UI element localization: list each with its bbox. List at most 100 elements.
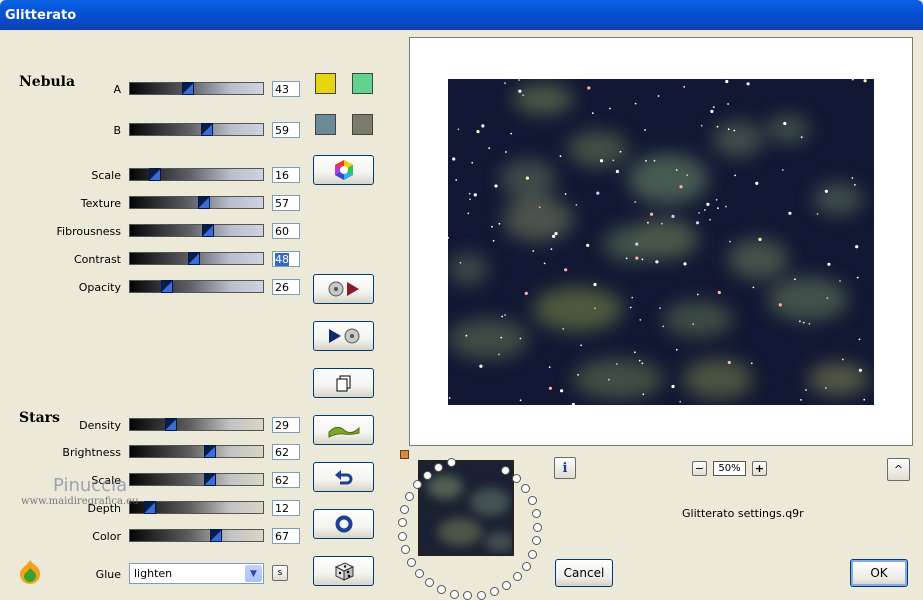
undo-button[interactable]	[313, 462, 374, 492]
navigator-ring-dot[interactable]	[532, 509, 541, 518]
load-preset-button[interactable]	[313, 274, 374, 304]
nebula-opacity-value-input[interactable]: 26	[272, 279, 300, 295]
nebula-fibrousness-slider-thumb[interactable]	[202, 224, 214, 237]
randomize-button[interactable]	[313, 556, 374, 586]
stars-density-slider-thumb[interactable]	[165, 418, 177, 431]
stars-scale-value-input[interactable]: 62	[272, 472, 300, 488]
nebula-contrast-slider-thumb[interactable]	[188, 252, 200, 265]
navigator-ring-dot[interactable]	[533, 523, 542, 532]
navigator-ring-dot[interactable]	[513, 572, 522, 581]
star-dot	[653, 159, 656, 162]
star-dot	[655, 260, 659, 264]
glue-select[interactable]: lighten ▼	[129, 563, 264, 584]
nebula-a-slider[interactable]	[129, 82, 264, 95]
zoom-in-button[interactable]: +	[752, 461, 767, 476]
navigator-ring-dot[interactable]	[522, 562, 531, 571]
nebula-a-color-2-swatch[interactable]	[352, 73, 373, 94]
zoom-out-button[interactable]: −	[692, 461, 707, 476]
stars-brightness-slider-thumb[interactable]	[204, 445, 216, 458]
nebula-opacity-slider-thumb[interactable]	[161, 280, 173, 293]
stars-scale-slider-thumb[interactable]	[204, 473, 216, 486]
navigator-ring-dot[interactable]	[521, 484, 530, 493]
navigator-ring-dot[interactable]	[400, 505, 409, 514]
preview-image[interactable]	[448, 79, 874, 405]
stars-density-slider[interactable]	[129, 418, 264, 431]
wave-button[interactable]	[313, 415, 374, 445]
nebula-texture-slider[interactable]	[129, 196, 264, 209]
navigator-ring-dot[interactable]	[423, 471, 432, 480]
ok-button[interactable]: OK	[850, 559, 908, 587]
copy-button[interactable]	[313, 368, 374, 398]
nebula-b-slider[interactable]	[129, 123, 264, 136]
navigator-ring-dot[interactable]	[502, 581, 511, 590]
info-button[interactable]: i	[554, 457, 576, 479]
nebula-b-slider-thumb[interactable]	[201, 123, 213, 136]
star-dot	[698, 212, 700, 214]
glue-options-button[interactable]: s	[272, 565, 288, 581]
star-dot	[650, 212, 654, 216]
navigator-ring-dot[interactable]	[405, 492, 414, 501]
stars-scale-slider[interactable]	[129, 473, 264, 486]
color-wheel-button[interactable]	[313, 155, 374, 185]
navigator-ring-dot[interactable]	[415, 569, 424, 578]
navigator-ring-dot[interactable]	[532, 536, 541, 545]
navigator-ring-dot[interactable]	[501, 466, 510, 475]
navigator-ring-dot[interactable]	[528, 496, 537, 505]
nebula-contrast-value-input[interactable]: 48	[272, 251, 300, 267]
nebula-b-color-1-swatch[interactable]	[315, 114, 336, 135]
navigator-ring-dot[interactable]	[490, 587, 499, 596]
nebula-b-color-2-swatch[interactable]	[352, 114, 373, 135]
navigator-handle[interactable]	[400, 450, 409, 459]
nebula-texture-label: Texture	[80, 197, 121, 210]
cancel-button[interactable]: Cancel	[555, 559, 613, 587]
nebula-texture-slider-thumb[interactable]	[198, 196, 210, 209]
navigator-ring-dot[interactable]	[437, 585, 446, 594]
stars-brightness-slider[interactable]	[129, 445, 264, 458]
nebula-scale-slider-thumb[interactable]	[149, 168, 161, 181]
stars-depth-value-input[interactable]: 12	[272, 500, 300, 516]
navigator-ring-dot[interactable]	[425, 578, 434, 587]
stars-color-slider[interactable]	[129, 529, 264, 542]
window-title: Glitterato	[0, 0, 923, 30]
navigator-ring-dot[interactable]	[450, 590, 459, 599]
navigator-ring-dot[interactable]	[398, 532, 407, 541]
reset-button[interactable]	[313, 509, 374, 539]
zoom-level[interactable]: 50%	[713, 461, 746, 476]
save-preset-button[interactable]	[313, 321, 374, 351]
nebula-b-value-input[interactable]: 59	[272, 122, 300, 138]
nebula-texture-value-input[interactable]: 57	[272, 195, 300, 211]
nebula-opacity-slider[interactable]	[129, 280, 264, 293]
nebula-a-slider-thumb[interactable]	[182, 82, 194, 95]
navigator-ring-dot[interactable]	[528, 550, 537, 559]
stars-depth-slider[interactable]	[129, 501, 264, 514]
stars-brightness-value-input[interactable]: 62	[272, 444, 300, 460]
navigator-ring-dot[interactable]	[413, 480, 422, 489]
nebula-fibrousness-slider[interactable]	[129, 224, 264, 237]
glue-select-value: lighten	[134, 567, 173, 580]
stars-color-value-input[interactable]: 67	[272, 528, 300, 544]
navigator-ring-dot[interactable]	[407, 558, 416, 567]
nebula-fibrousness-value-input[interactable]: 60	[272, 223, 300, 239]
expand-up-button[interactable]: ^	[887, 458, 910, 481]
chevron-down-icon[interactable]: ▼	[245, 565, 262, 582]
navigator-ring-dot[interactable]	[434, 463, 443, 472]
navigator-ring-dot[interactable]	[463, 591, 472, 600]
star-dot	[612, 159, 615, 162]
star-dot	[854, 184, 856, 186]
nebula-scale-slider[interactable]	[129, 168, 264, 181]
nebula-contrast-slider[interactable]	[129, 252, 264, 265]
stars-color-slider-thumb[interactable]	[210, 529, 222, 542]
nebula-scale-value-input[interactable]: 16	[272, 167, 300, 183]
nebula-a-value-input[interactable]: 43	[272, 81, 300, 97]
navigator-ring-dot[interactable]	[398, 518, 407, 527]
star-dot	[781, 169, 784, 171]
stars-depth-slider-thumb[interactable]	[144, 501, 156, 514]
navigator-thumbnail[interactable]	[418, 460, 514, 556]
nebula-a-color-1-swatch[interactable]	[315, 73, 336, 94]
navigator-ring-dot[interactable]	[401, 545, 410, 554]
navigator-ring-dot[interactable]	[447, 458, 456, 467]
navigator-ring-dot[interactable]	[477, 591, 486, 600]
stars-density-value-input[interactable]: 29	[272, 417, 300, 433]
navigator-ring-dot[interactable]	[512, 474, 521, 483]
star-dot	[712, 106, 715, 109]
